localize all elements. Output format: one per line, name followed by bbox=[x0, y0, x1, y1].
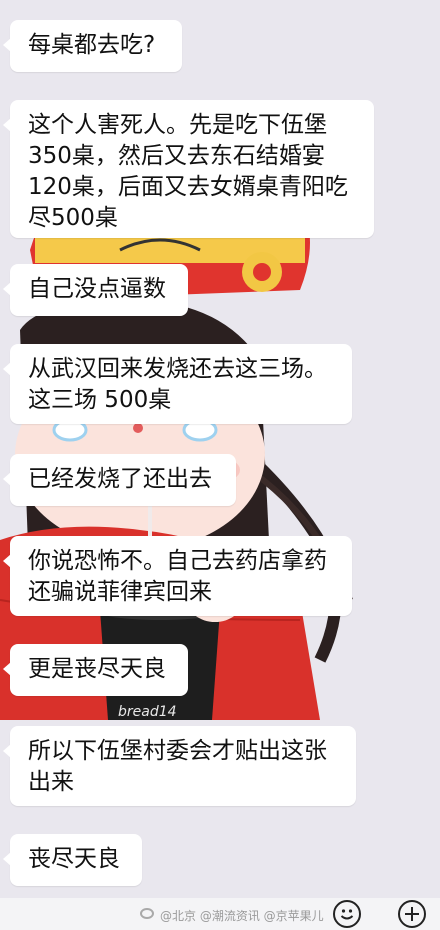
chat-message[interactable]: 丧尽天良 bbox=[3, 834, 142, 886]
message-text: 更是丧尽天良 bbox=[28, 656, 166, 682]
message-text: 所以下伍堡村委会才贴出这张 出来 bbox=[28, 738, 327, 795]
message-text: 每桌都去吃? bbox=[28, 32, 156, 58]
message-text: 从武汉回来发烧还去这三场。 这三场 500桌 bbox=[28, 356, 327, 413]
cup-text: bread14 bbox=[118, 704, 177, 720]
chat-message[interactable]: 从武汉回来发烧还去这三场。 这三场 500桌 bbox=[3, 344, 352, 424]
input-bar: @北京 @潮流资讯 @京苹果儿 bbox=[0, 898, 440, 930]
plus-icon[interactable] bbox=[398, 900, 426, 928]
message-text: 你说恐怖不。自己去药店拿药 还骗说菲律宾回来 bbox=[28, 548, 327, 605]
weibo-icon bbox=[140, 908, 154, 919]
chat-message[interactable]: 你说恐怖不。自己去药店拿药 还骗说菲律宾回来 bbox=[3, 536, 352, 616]
chat-message[interactable]: 所以下伍堡村委会才贴出这张 出来 bbox=[3, 726, 356, 806]
chat-message[interactable]: 每桌都去吃? bbox=[3, 20, 182, 72]
watermark-text: @北京 @潮流资讯 @京苹果儿 bbox=[160, 909, 324, 923]
message-text: 这个人害死人。先是吃下伍堡 350桌，然后又去东石结婚宴 120桌，后面又去女婿… bbox=[28, 112, 348, 231]
chat-message[interactable]: 这个人害死人。先是吃下伍堡 350桌，然后又去东石结婚宴 120桌，后面又去女婿… bbox=[3, 100, 374, 238]
message-text: 已经发烧了还出去 bbox=[28, 466, 212, 492]
message-text: 丧尽天良 bbox=[28, 846, 120, 872]
chat-message[interactable]: 更是丧尽天良 bbox=[3, 644, 188, 696]
chat-message[interactable]: 已经发烧了还出去 bbox=[3, 454, 236, 506]
message-text: 自己没点逼数 bbox=[28, 276, 166, 302]
smile-icon[interactable] bbox=[333, 900, 361, 928]
chat-message[interactable]: 自己没点逼数 bbox=[3, 264, 188, 316]
